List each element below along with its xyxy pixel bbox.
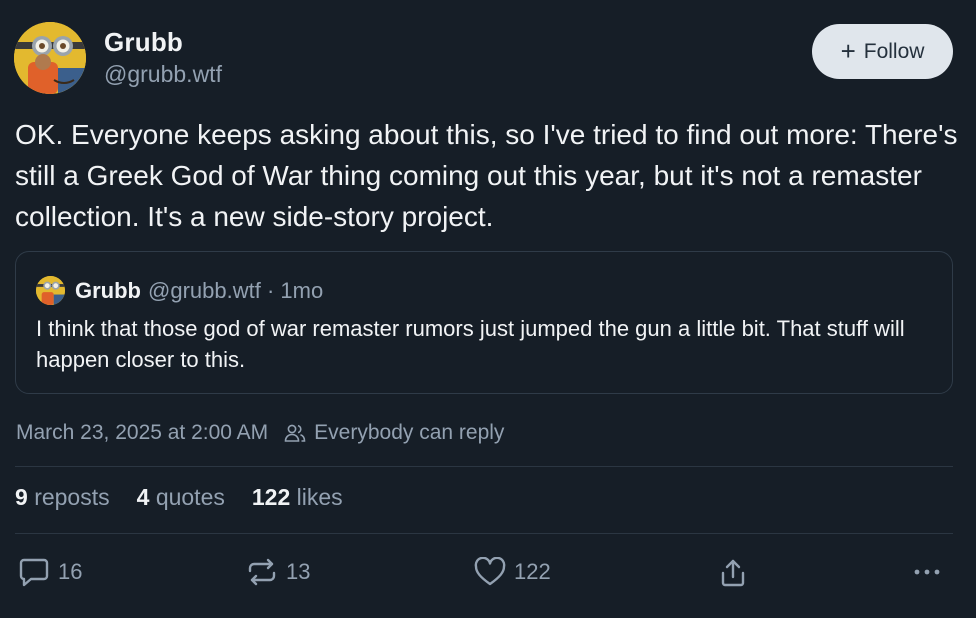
reply-count: 16: [58, 559, 83, 584]
reply-button[interactable]: 16: [18, 557, 82, 587]
repost-count: 13: [286, 559, 311, 584]
divider: [15, 533, 953, 534]
reposts-count: 9: [15, 484, 28, 510]
likes-count: 122: [251, 484, 291, 510]
reposts-stat[interactable]: 9 reposts: [15, 484, 110, 511]
quotes-count: 4: [136, 484, 150, 510]
follow-button[interactable]: + Follow: [812, 24, 953, 79]
share-button[interactable]: [717, 557, 749, 589]
likes-label: likes: [296, 484, 343, 510]
engagement-stats: 9 reposts 4 quotes 122 likes: [15, 484, 343, 511]
likes-stat[interactable]: 122 likes: [252, 484, 343, 511]
like-count: 122: [514, 559, 551, 584]
quotes-stat[interactable]: 4 quotes: [137, 484, 225, 511]
heart-icon: [474, 557, 506, 587]
reposts-label: reposts: [34, 484, 110, 510]
minion-avatar-icon[interactable]: [14, 22, 86, 94]
repost-icon: [246, 557, 278, 587]
share-icon: [717, 557, 749, 589]
author-name[interactable]: Grubb: [104, 27, 183, 58]
follow-label: Follow: [863, 39, 925, 63]
post-timestamp: March 23, 2025 at 2:00 AM: [16, 421, 269, 444]
quoted-post-header: Grubb @grubb.wtf · 1mo: [36, 276, 323, 305]
quoted-author-meta: @grubb.wtf · 1mo: [148, 277, 324, 303]
post-thread-view: Grubb @grubb.wtf + Follow OK. Everyone k…: [0, 0, 976, 618]
quoted-post-card[interactable]: Grubb @grubb.wtf · 1mo I think that thos…: [15, 251, 953, 394]
more-options-button[interactable]: [912, 557, 942, 587]
post-text: OK. Everyone keeps asking about this, so…: [15, 119, 958, 232]
like-button[interactable]: 122: [474, 557, 551, 587]
more-icon: [912, 557, 942, 587]
repost-button[interactable]: 13: [246, 557, 310, 587]
quoted-post-text: I think that those god of war remaster r…: [36, 316, 905, 372]
plus-icon: +: [840, 35, 856, 66]
minion-avatar-icon: [36, 276, 65, 305]
quoted-author-name: Grubb: [75, 277, 141, 303]
post-meta: March 23, 2025 at 2:00 AM Everybody can …: [16, 421, 504, 445]
author-handle[interactable]: @grubb.wtf: [104, 61, 222, 88]
quotes-label: quotes: [155, 484, 225, 510]
reply-icon: [18, 557, 50, 587]
divider: [15, 466, 953, 467]
people-icon: [284, 423, 306, 443]
reply-setting[interactable]: Everybody can reply: [314, 421, 504, 445]
